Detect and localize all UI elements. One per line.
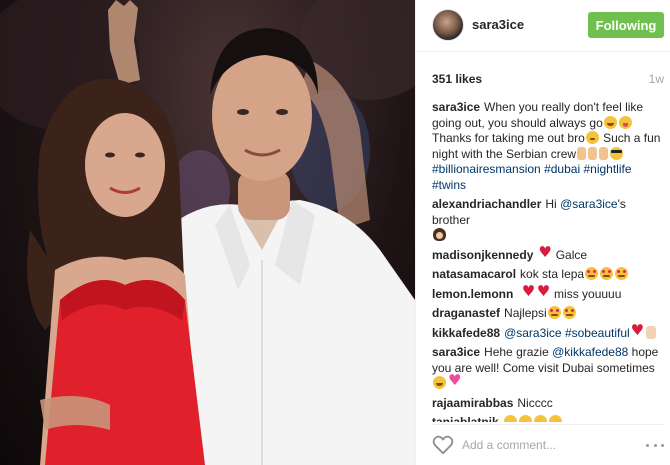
author-username[interactable]: sara3ice <box>472 17 524 32</box>
caption: sara3ice When you really don't feel like … <box>432 100 664 193</box>
pink-heart-emoji-icon <box>448 373 461 389</box>
mention-link[interactable]: @kikkafede88 <box>552 345 628 359</box>
comment-username[interactable]: kikkafede88 <box>432 326 500 340</box>
comment-username[interactable]: alexandriachandler <box>432 197 541 211</box>
comment-item: natasamacarol kok sta lepa <box>432 267 664 283</box>
comment-username[interactable]: natasamacarol <box>432 267 516 281</box>
comment-item: tanjablatnik <box>432 415 664 422</box>
heart-eyes-emoji-icon <box>600 267 614 280</box>
comment-item: madisonjkennedy Galce <box>432 245 664 264</box>
post-stats: 351 likes 1w <box>432 72 664 86</box>
likes-count[interactable]: 351 likes <box>432 72 482 86</box>
red-heart-emoji-icon <box>631 323 644 339</box>
grin-emoji-icon <box>533 415 547 422</box>
comment-item: draganastef Najlepsi <box>432 306 664 322</box>
comment-text: Nicccc <box>517 395 553 410</box>
comment-username[interactable]: lemon.lemonn <box>432 287 513 301</box>
comment-text: Galce <box>555 247 588 262</box>
blush-emoji-icon <box>585 131 599 144</box>
hashtag-link[interactable]: #dubai <box>544 162 580 176</box>
sunglasses-emoji-icon <box>610 146 624 160</box>
caption-username[interactable]: sara3ice <box>432 100 480 114</box>
comment-username[interactable]: tanjablatnik <box>432 415 499 422</box>
tongue-emoji-icon <box>618 115 632 129</box>
comment-item: sara3ice Hehe grazie @kikkafede88 hope yo… <box>432 345 664 392</box>
comment-item: rajaamirabbas Nicccc <box>432 396 664 412</box>
raised-hand-emoji-icon <box>599 146 609 160</box>
red-heart-emoji-icon <box>538 245 551 261</box>
woman-emoji-icon <box>433 228 446 241</box>
mention-link[interactable]: @sara3ice <box>504 326 562 340</box>
red-heart-emoji-icon <box>522 284 535 300</box>
add-comment-input[interactable] <box>462 436 622 454</box>
comment-username[interactable]: madisonjkennedy <box>432 248 533 262</box>
comment-item: alexandriachandler Hi @sara3ice's brother <box>432 197 664 244</box>
comments-list: sara3ice When you really don't feel like … <box>432 100 664 422</box>
caption-text-2: Thanks for taking me out bro <box>432 131 585 145</box>
comment-username[interactable]: draganastef <box>432 306 500 320</box>
hashtag-link[interactable]: #twins <box>432 178 466 192</box>
heart-outline-icon[interactable] <box>432 435 454 455</box>
heart-eyes-emoji-icon <box>585 267 599 280</box>
smirk-emoji-icon <box>603 115 617 129</box>
mention-link[interactable]: @sara3ice <box>560 197 618 211</box>
hashtag-link[interactable]: #nightlife <box>583 162 631 176</box>
comment-username[interactable]: rajaamirabbas <box>432 396 513 410</box>
hashtag-link[interactable]: #sobeautiful <box>565 326 630 340</box>
post-details-panel: sara3ice Following 351 likes 1w sara3ice… <box>415 0 670 465</box>
post-age[interactable]: 1w <box>649 72 664 86</box>
heart-eyes-emoji-icon <box>615 267 629 280</box>
comment-item: kikkafede88 @sara3ice #sobeautiful <box>432 323 664 342</box>
victory-hand-emoji-icon <box>645 325 656 339</box>
smile-emoji-icon <box>433 376 446 389</box>
post-header: sara3ice Following <box>416 0 670 52</box>
comment-text: Najlepsi <box>504 306 547 320</box>
grin-emoji-icon <box>503 415 517 422</box>
comment-text: kok sta lepa <box>520 267 585 281</box>
hashtag-link[interactable]: #billionairesmansion <box>432 162 541 176</box>
grin-emoji-icon <box>548 415 562 422</box>
raised-hand-emoji-icon <box>577 146 587 160</box>
photo-illustration <box>0 0 415 465</box>
heart-eyes-emoji-icon <box>562 306 576 319</box>
following-button[interactable]: Following <box>588 12 664 38</box>
comment-text: miss youuuu <box>554 286 622 301</box>
red-heart-emoji-icon <box>537 284 550 300</box>
author-avatar[interactable] <box>432 9 464 41</box>
comment-text: Hehe grazie <box>484 345 553 359</box>
post-photo[interactable] <box>0 0 415 465</box>
post-footer <box>416 425 670 465</box>
comment-username[interactable]: sara3ice <box>432 345 480 359</box>
more-options-icon[interactable] <box>646 437 664 453</box>
grin-emoji-icon <box>518 415 532 422</box>
comment-item: lemon.lemonn miss youuuu <box>432 284 664 303</box>
comment-text: Hi <box>545 197 561 211</box>
heart-eyes-emoji-icon <box>547 306 561 319</box>
raised-hand-emoji-icon <box>588 146 598 160</box>
